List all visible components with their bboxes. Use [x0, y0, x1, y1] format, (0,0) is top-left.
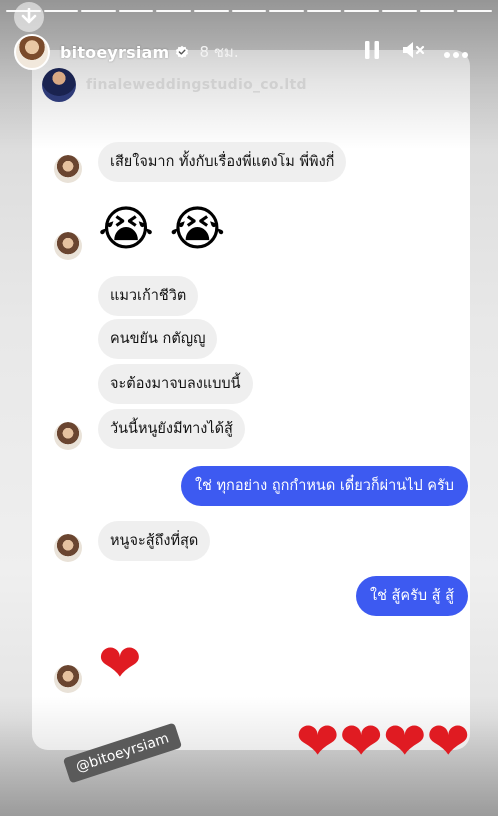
story-viewer: bitoeyrsiam 8 ชม. finaleweddingstudio_co…	[0, 0, 498, 816]
username[interactable]: bitoeyrsiam	[60, 43, 169, 62]
more-icon[interactable]	[443, 44, 469, 63]
message-received: เสียใจมาก ทั้งกับเรื่องพี่แตงโม พี่พิงกี…	[98, 142, 347, 182]
heart-message: ❤	[98, 634, 142, 694]
message-received: วันนี้หนูยังมีทางได้สู้	[98, 409, 245, 449]
mute-icon[interactable]	[402, 40, 426, 64]
contact-name: finaleweddingstudio_co.ltd	[86, 77, 307, 93]
progress-segment	[306, 10, 342, 12]
message-received: จะต้องมาจบลงแบบนี้	[98, 364, 253, 404]
message-sent: ใช่ สู้ครับ สู้ สู้	[356, 576, 468, 616]
chat-header: finaleweddingstudio_co.ltd	[42, 68, 307, 102]
progress-segment	[194, 10, 229, 12]
message-received: คนขยัน กตัญญู	[98, 319, 218, 359]
avatar[interactable]	[14, 34, 50, 70]
verified-badge-icon	[176, 45, 189, 59]
sender-avatar	[54, 422, 82, 450]
progress-segment	[382, 10, 417, 12]
heart-icon: ❤❤❤❤	[295, 712, 470, 772]
progress-segment	[81, 10, 116, 12]
hearts-sticker: ❤❤❤❤	[296, 714, 470, 770]
progress-segment	[231, 10, 267, 12]
sender-avatar	[54, 232, 82, 260]
progress-segment	[118, 10, 154, 12]
message-received: หนูจะสู้ถึงที่สุด	[98, 521, 211, 561]
progress-segment	[269, 10, 304, 12]
download-arrow-icon[interactable]	[14, 2, 44, 32]
story-progress	[6, 10, 492, 13]
progress-segment	[419, 10, 455, 12]
sender-avatar	[54, 155, 82, 183]
contact-avatar	[42, 68, 76, 102]
progress-segment	[43, 10, 79, 12]
pause-icon[interactable]	[364, 40, 380, 64]
sender-avatar	[54, 665, 82, 693]
progress-segment	[156, 10, 192, 12]
message-emoji: 😭 😭	[98, 201, 226, 257]
progress-segment	[457, 10, 492, 12]
message-sent: ใช่ ทุกอย่าง ถูกกำหนด เดี๋ยวก็ผ่านไป ครั…	[180, 466, 468, 506]
message-received: แมวเก้าชีวิต	[98, 276, 199, 316]
sender-avatar	[54, 534, 82, 562]
post-time: 8 ชม.	[199, 43, 239, 61]
progress-segment	[344, 10, 380, 12]
